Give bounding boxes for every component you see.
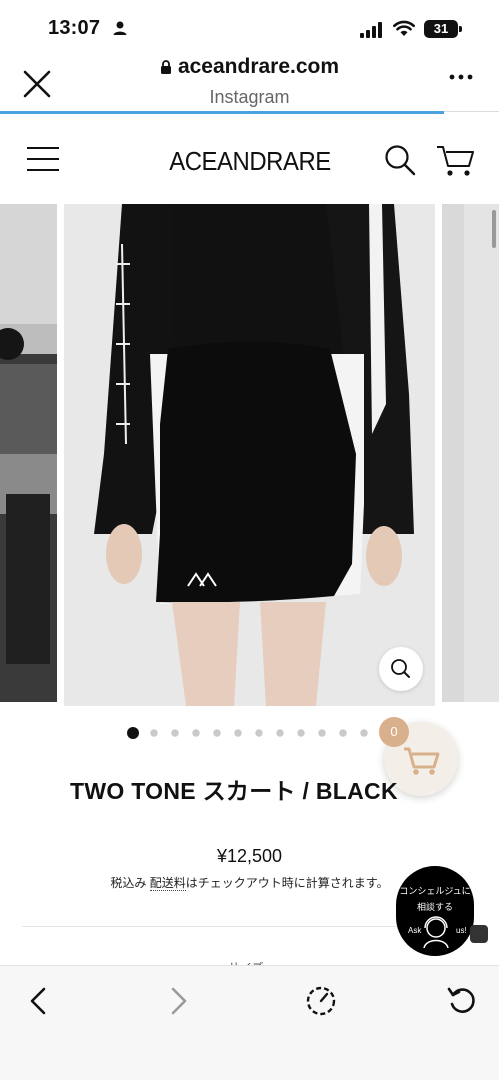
- page-load-track: [444, 111, 499, 112]
- site-header: ACEANDRARE: [0, 114, 499, 204]
- battery-indicator: 31: [424, 20, 458, 38]
- previous-slide-image[interactable]: [0, 204, 57, 702]
- product-photo: [64, 204, 435, 706]
- reload-icon[interactable]: [446, 984, 478, 1016]
- cart-count-badge: 0: [379, 717, 409, 747]
- product-price: ¥12,500: [216, 846, 283, 866]
- concierge-ask-left: Ask: [408, 926, 422, 935]
- gallery-dot[interactable]: [192, 729, 200, 737]
- timer-icon[interactable]: [304, 984, 338, 1018]
- gallery-dot[interactable]: [318, 729, 326, 737]
- page-scrollbar[interactable]: [492, 210, 496, 248]
- gallery-dot[interactable]: [150, 729, 158, 737]
- magnifier-icon: [391, 659, 410, 678]
- size-section-heading: サイズ: [228, 957, 278, 965]
- previous-slide-photo: [0, 204, 57, 702]
- in-app-browser-header: aceandrare.com Instagram: [0, 52, 499, 114]
- concierge-line2: 相談する: [416, 902, 453, 912]
- gallery-dot[interactable]: [255, 729, 263, 737]
- product-image-gallery[interactable]: [0, 204, 499, 706]
- zoom-image-button[interactable]: [379, 647, 423, 691]
- more-options-icon[interactable]: [448, 72, 474, 82]
- hamburger-menu-icon[interactable]: [26, 146, 60, 172]
- gallery-dot[interactable]: [360, 729, 368, 737]
- browser-toolbar: [0, 965, 499, 1080]
- gallery-dot[interactable]: [297, 729, 305, 737]
- next-slide-photo: [442, 204, 499, 702]
- gallery-dot[interactable]: [171, 729, 179, 737]
- gallery-dot[interactable]: [276, 729, 284, 737]
- concierge-line1: コンシェルジュに: [399, 886, 471, 896]
- back-arrow-icon[interactable]: [26, 986, 50, 1016]
- close-chat-icon[interactable]: [470, 925, 488, 943]
- battery-tip: [459, 26, 462, 32]
- lock-icon: [160, 60, 171, 74]
- site-logo[interactable]: ACEANDRARE: [158, 146, 342, 177]
- search-icon[interactable]: [384, 144, 416, 176]
- status-bar: 13:07 31: [0, 0, 499, 52]
- cart-icon[interactable]: [436, 144, 474, 178]
- tax-note-prefix: 税込み: [110, 876, 150, 890]
- cellular-signal-icon: [360, 22, 382, 38]
- browser-subtitle: Instagram: [209, 87, 290, 107]
- person-icon: [113, 21, 127, 35]
- tax-note-suffix: はチェックアウト時に計算されます。: [185, 876, 389, 890]
- wifi-icon: [393, 20, 415, 36]
- gallery-dot[interactable]: [213, 729, 221, 737]
- gallery-pagination: [127, 727, 370, 739]
- active-slide-image[interactable]: [64, 204, 435, 706]
- status-time: 13:07: [48, 17, 101, 39]
- gallery-dot[interactable]: [127, 727, 139, 739]
- shipping-fee-link[interactable]: 配送料: [149, 876, 186, 891]
- gallery-dot[interactable]: [339, 729, 347, 737]
- concierge-avatar-icon: [423, 916, 449, 948]
- gallery-dot[interactable]: [234, 729, 242, 737]
- url-display[interactable]: aceandrare.com: [0, 55, 499, 79]
- url-text: aceandrare.com: [177, 55, 340, 78]
- concierge-chat-button[interactable]: コンシェルジュに 相談する Ask us!: [396, 866, 474, 956]
- next-slide-image[interactable]: [442, 204, 499, 702]
- forward-arrow-icon[interactable]: [167, 986, 191, 1016]
- concierge-ask-right: us!: [456, 926, 467, 935]
- product-title: TWO TONE スカート / BLACK: [70, 778, 398, 804]
